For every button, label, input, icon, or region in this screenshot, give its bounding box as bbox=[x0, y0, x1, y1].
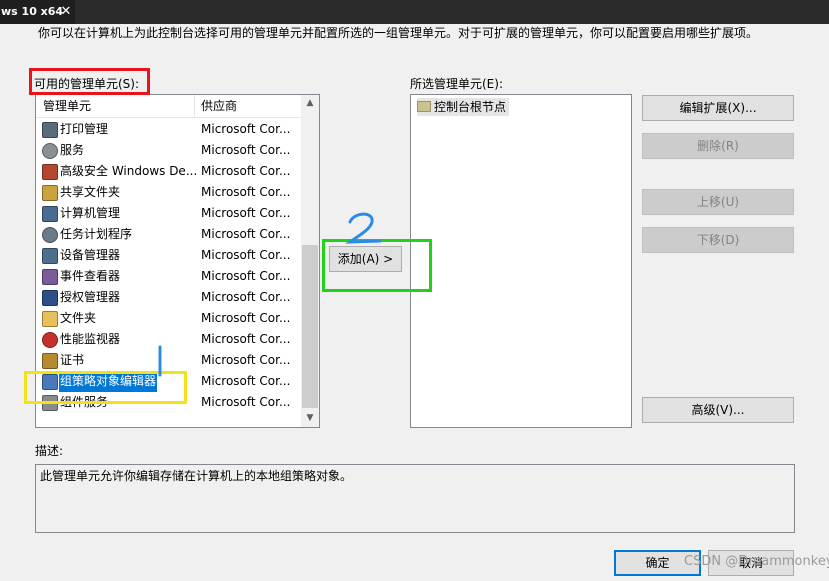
description-box: 此管理单元允许你编辑存储在计算机上的本地组策略对象。 bbox=[35, 464, 795, 533]
close-icon[interactable]: ✕ bbox=[57, 0, 75, 24]
scroll-down-icon[interactable]: ▼ bbox=[301, 410, 319, 427]
folder-icon bbox=[417, 101, 431, 112]
snapin-name: 计算机管理 bbox=[60, 206, 121, 220]
snapin-vendor: Microsoft Cor... bbox=[201, 374, 291, 388]
selected-snapins-list[interactable]: 控制台根节点 bbox=[410, 94, 632, 428]
snapin-row[interactable]: 设备管理器 Microsoft Cor... bbox=[36, 245, 301, 266]
snapin-vendor: Microsoft Cor... bbox=[201, 311, 291, 325]
intro-text: 你可以在计算机上为此控制台选择可用的管理单元并配置所选的一组管理单元。对于可扩展… bbox=[38, 26, 759, 40]
snapin-name: 文件夹 bbox=[60, 311, 97, 325]
snapin-name: 共享文件夹 bbox=[60, 185, 121, 199]
watermark: CSDN @Dreammonkey bbox=[684, 554, 829, 569]
performance-icon bbox=[42, 332, 58, 348]
snapin-name: 任务计划程序 bbox=[60, 227, 133, 241]
snapin-vendor: Microsoft Cor... bbox=[201, 185, 291, 199]
snapin-vendor: Microsoft Cor... bbox=[201, 395, 291, 409]
description-text: 此管理单元允许你编辑存储在计算机上的本地组策略对象。 bbox=[40, 469, 353, 483]
annotation-red-box bbox=[29, 68, 150, 95]
description-label: 描述: bbox=[35, 444, 64, 458]
snapin-name: 事件查看器 bbox=[60, 269, 121, 283]
snapin-row[interactable]: 共享文件夹 Microsoft Cor... bbox=[36, 182, 301, 203]
snapin-name: 高级安全 Windows De... bbox=[60, 164, 198, 178]
list-scrollbar[interactable]: ▲ ▼ bbox=[301, 95, 319, 427]
snapin-vendor: Microsoft Cor... bbox=[201, 227, 291, 241]
snapin-name: 打印管理 bbox=[60, 122, 109, 136]
snapin-row[interactable]: 打印管理 Microsoft Cor... bbox=[36, 119, 301, 140]
firewall-icon bbox=[42, 164, 58, 180]
device-manager-icon bbox=[42, 248, 58, 264]
window-right-margin bbox=[808, 24, 829, 581]
edit-extensions-button[interactable]: 编辑扩展(X)... bbox=[642, 95, 794, 121]
snapin-vendor: Microsoft Cor... bbox=[201, 332, 291, 346]
snapin-row[interactable]: 计算机管理 Microsoft Cor... bbox=[36, 203, 301, 224]
shared-folder-icon bbox=[42, 185, 58, 201]
snapin-vendor: Microsoft Cor... bbox=[201, 248, 291, 262]
snapin-row[interactable]: 授权管理器 Microsoft Cor... bbox=[36, 287, 301, 308]
snapin-row[interactable]: 文件夹 Microsoft Cor... bbox=[36, 308, 301, 329]
scroll-up-icon[interactable]: ▲ bbox=[301, 95, 319, 112]
column-header-vendor[interactable]: 供应商 bbox=[194, 95, 237, 118]
folder-icon bbox=[42, 311, 58, 327]
console-root-label: 控制台根节点 bbox=[434, 100, 507, 114]
column-header-snapin[interactable]: 管理单元 bbox=[36, 95, 91, 118]
snapin-name: 设备管理器 bbox=[60, 248, 121, 262]
vm-titlebar bbox=[75, 0, 829, 24]
move-down-button[interactable]: 下移(D) bbox=[642, 227, 794, 253]
snapin-row[interactable]: 服务 Microsoft Cor... bbox=[36, 140, 301, 161]
snapin-row[interactable]: 任务计划程序 Microsoft Cor... bbox=[36, 224, 301, 245]
snapin-name: 证书 bbox=[60, 353, 85, 367]
snapin-name: 授权管理器 bbox=[60, 290, 121, 304]
scroll-thumb[interactable] bbox=[302, 245, 318, 408]
snapin-row[interactable]: 高级安全 Windows De... Microsoft Cor... bbox=[36, 161, 301, 182]
remove-button[interactable]: 删除(R) bbox=[642, 133, 794, 159]
printer-icon bbox=[42, 122, 58, 138]
window-left-margin bbox=[0, 24, 22, 581]
certificate-icon bbox=[42, 353, 58, 369]
snapin-name: 服务 bbox=[60, 143, 85, 157]
authorization-icon bbox=[42, 290, 58, 306]
snapin-row[interactable]: 性能监视器 Microsoft Cor... bbox=[36, 329, 301, 350]
annotation-number-one bbox=[158, 345, 162, 377]
annotation-number-two bbox=[345, 212, 382, 244]
snapin-vendor: Microsoft Cor... bbox=[201, 269, 291, 283]
snapin-vendor: Microsoft Cor... bbox=[201, 353, 291, 367]
clock-icon bbox=[42, 227, 58, 243]
list-header: 管理单元 供应商 bbox=[36, 95, 301, 118]
snapin-vendor: Microsoft Cor... bbox=[201, 143, 291, 157]
console-root-node[interactable]: 控制台根节点 bbox=[417, 98, 510, 116]
snapin-name: 性能监视器 bbox=[60, 332, 121, 346]
snapin-vendor: Microsoft Cor... bbox=[201, 206, 291, 220]
gear-icon bbox=[42, 143, 58, 159]
snapin-row[interactable]: 证书 Microsoft Cor... bbox=[36, 350, 301, 371]
snapin-vendor: Microsoft Cor... bbox=[201, 290, 291, 304]
selected-snapins-label: 所选管理单元(E): bbox=[410, 77, 503, 91]
snapin-vendor: Microsoft Cor... bbox=[201, 122, 291, 136]
snapin-row[interactable]: 事件查看器 Microsoft Cor... bbox=[36, 266, 301, 287]
snapin-vendor: Microsoft Cor... bbox=[201, 164, 291, 178]
computer-management-icon bbox=[42, 206, 58, 222]
advanced-button[interactable]: 高级(V)... bbox=[642, 397, 794, 423]
move-up-button[interactable]: 上移(U) bbox=[642, 189, 794, 215]
event-viewer-icon bbox=[42, 269, 58, 285]
